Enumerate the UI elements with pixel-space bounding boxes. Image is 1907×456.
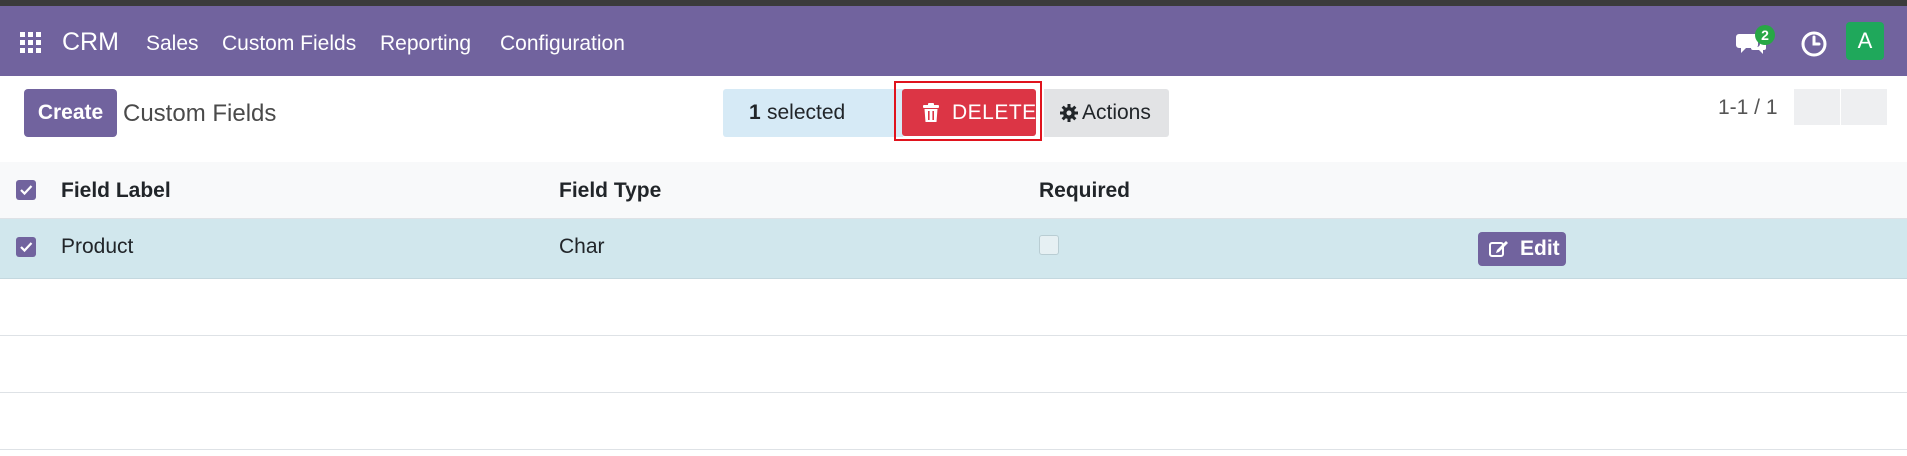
- pager-next-button[interactable]: [1841, 89, 1887, 125]
- edit-label: Edit: [1520, 237, 1560, 260]
- select-all-checkbox[interactable]: [16, 180, 36, 200]
- menu-item-sales[interactable]: Sales: [146, 32, 199, 56]
- control-panel: Create Custom Fields 1 selected DELETE A…: [0, 76, 1907, 163]
- cell-field-label: Product: [61, 235, 134, 258]
- empty-row: [0, 336, 1907, 393]
- table-header: Field Label Field Type Required: [0, 162, 1907, 219]
- pager-value[interactable]: 1-1 / 1: [1718, 96, 1778, 120]
- column-header-required[interactable]: Required: [1039, 179, 1130, 203]
- create-button[interactable]: Create: [24, 89, 117, 137]
- column-header-field-type[interactable]: Field Type: [559, 179, 661, 203]
- user-avatar[interactable]: A: [1846, 22, 1884, 60]
- messages-count-badge: 2: [1755, 25, 1775, 45]
- delete-highlight-outline: [894, 81, 1042, 141]
- pager-previous-button[interactable]: [1794, 89, 1840, 125]
- cell-field-type: Char: [559, 235, 605, 258]
- actions-button[interactable]: Actions: [1044, 89, 1169, 137]
- menu-item-custom-fields[interactable]: Custom Fields: [222, 32, 356, 56]
- top-navbar: CRM Sales Custom Fields Reporting Config…: [0, 6, 1907, 76]
- menu-item-configuration[interactable]: Configuration: [500, 32, 625, 56]
- activity-clock-icon[interactable]: [1800, 30, 1828, 58]
- cell-required-checkbox: [1039, 235, 1059, 255]
- selected-label: selected: [767, 101, 846, 124]
- menu-item-reporting[interactable]: Reporting: [380, 32, 471, 56]
- edit-button[interactable]: Edit: [1478, 232, 1566, 266]
- table-row[interactable]: Product Char Edit: [0, 219, 1907, 279]
- gear-icon: [1060, 104, 1078, 122]
- check-icon: [20, 242, 33, 253]
- page-title: Custom Fields: [123, 100, 277, 127]
- empty-row: [0, 279, 1907, 336]
- selection-indicator: 1 selected: [723, 89, 903, 137]
- edit-icon: [1489, 241, 1508, 257]
- column-header-field-label[interactable]: Field Label: [61, 179, 171, 203]
- check-icon: [20, 185, 33, 196]
- app-brand[interactable]: CRM: [62, 28, 119, 57]
- actions-label: Actions: [1082, 101, 1151, 124]
- empty-row: [0, 393, 1907, 450]
- row-checkbox[interactable]: [16, 237, 36, 257]
- selected-count: 1: [749, 101, 761, 124]
- apps-grid-icon[interactable]: [20, 32, 42, 54]
